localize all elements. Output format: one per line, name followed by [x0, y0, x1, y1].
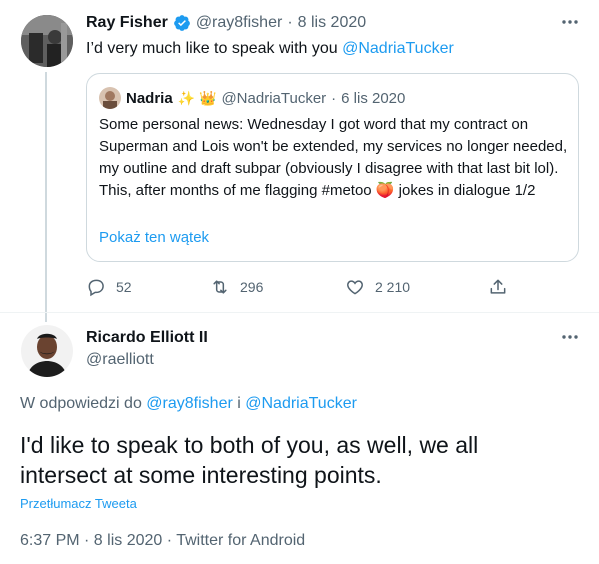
separator-dot: · — [287, 14, 293, 31]
heart-icon — [345, 277, 365, 297]
reply-and: i — [232, 395, 246, 412]
avatar-image — [21, 325, 73, 377]
tweet-header: Ray Fisher @ray8fisher · 8 lis 2020 — [86, 14, 366, 32]
tweet-meta[interactable]: 6:37 PM · 8 lis 2020 · Twitter for Andro… — [20, 532, 305, 550]
author-handle[interactable]: @raelliott — [86, 351, 154, 369]
reply-prefix: W odpowiedzi do — [20, 395, 147, 412]
quote-author-emojis: ✨ 👑 — [177, 89, 217, 106]
reply-mention-nadria[interactable]: @NadriaTucker — [245, 395, 357, 412]
quoted-tweet-card[interactable]: Nadria ✨ 👑 @NadriaTucker · 6 lis 2020 So… — [86, 73, 579, 262]
quote-date: 6 lis 2020 — [341, 89, 406, 107]
quote-author-name: Nadria — [126, 89, 173, 107]
like-action[interactable]: 2 210 — [345, 277, 410, 297]
divider — [0, 312, 599, 313]
tweet-text: I’d very much like to speak with you @Na… — [86, 40, 454, 58]
more-horizontal-icon[interactable] — [560, 327, 580, 352]
quote-header: Nadria ✨ 👑 @NadriaTucker · 6 lis 2020 — [99, 87, 405, 109]
mention-link[interactable]: @NadriaTucker — [342, 40, 454, 57]
verified-badge-icon — [173, 14, 191, 32]
avatar-nadria — [99, 87, 121, 109]
translate-tweet-link[interactable]: Przetłumacz Tweeta — [20, 496, 137, 511]
quote-text-part2: jokes in dialogue 1/2 — [394, 182, 536, 199]
avatar-ray-fisher[interactable] — [21, 15, 73, 67]
reply-action[interactable]: 52 — [86, 277, 132, 297]
author-handle[interactable]: @ray8fisher — [196, 14, 283, 32]
reply-mention-ray[interactable]: @ray8fisher — [146, 395, 233, 412]
like-count: 2 210 — [375, 279, 411, 295]
reply-icon — [86, 277, 106, 297]
retweet-action[interactable]: 296 — [210, 277, 263, 297]
more-horizontal-icon[interactable] — [560, 12, 580, 37]
retweet-count: 296 — [240, 279, 264, 295]
separator-dot: · — [331, 89, 337, 107]
avatar-ricardo-elliott[interactable] — [21, 325, 73, 377]
tweet-text-body: I’d very much like to speak with you — [86, 40, 343, 57]
quote-text: Some personal news: Wednesday I got word… — [99, 114, 569, 202]
peach-emoji: 🍑 — [375, 182, 395, 199]
author-name[interactable]: Ray Fisher — [86, 14, 168, 32]
tweet-text: I'd like to speak to both of you, as wel… — [20, 432, 479, 488]
reply-context: W odpowiedzi do @ray8fisher i @NadriaTuc… — [20, 395, 357, 413]
avatar-image — [21, 15, 73, 67]
show-thread-link[interactable]: Pokaż ten wątek — [99, 229, 209, 246]
share-action[interactable] — [488, 277, 508, 297]
reply-count: 52 — [116, 279, 132, 295]
retweet-icon — [210, 277, 230, 297]
tweet-date[interactable]: 8 lis 2020 — [298, 14, 367, 32]
author-name[interactable]: Ricardo Elliott II — [86, 329, 208, 347]
quote-author-handle: @NadriaTucker — [221, 89, 327, 107]
share-icon — [488, 277, 508, 297]
thread-connector-line — [45, 72, 47, 322]
